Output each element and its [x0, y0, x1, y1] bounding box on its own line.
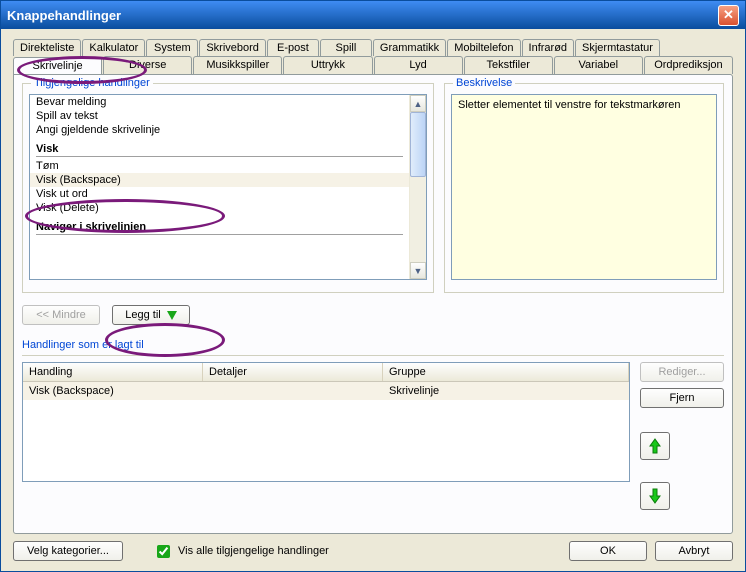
tab-skrivelinje[interactable]: Skrivelinje — [13, 57, 102, 75]
move-down-button[interactable] — [640, 482, 670, 510]
arrow-down-icon — [167, 311, 177, 320]
tab-mobiltelefon[interactable]: Mobiltelefon — [447, 39, 520, 56]
list-group: Naviger i skrivelinjen — [30, 215, 409, 234]
show-all-label: Vis alle tilgjengelige handlinger — [178, 545, 329, 557]
col-group[interactable]: Gruppe — [383, 363, 629, 381]
scroll-up-icon[interactable]: ▲ — [410, 95, 426, 112]
less-button[interactable]: << Mindre — [22, 305, 100, 325]
show-all-input[interactable] — [157, 545, 170, 558]
add-button-label: Legg til — [125, 309, 160, 321]
table-row[interactable]: Visk (Backspace)Skrivelinje — [23, 382, 629, 400]
description-legend: Beskrivelse — [453, 77, 515, 89]
arrow-down-icon — [649, 488, 661, 504]
tab-e-post[interactable]: E-post — [267, 39, 319, 56]
tab-musikkspiller[interactable]: Musikkspiller — [193, 56, 282, 74]
available-actions-fieldset: Tilgjengelige handlinger Bevar meldingSp… — [22, 83, 434, 293]
tab-lyd[interactable]: Lyd — [374, 56, 463, 74]
col-action[interactable]: Handling — [23, 363, 203, 381]
tab-infrarød[interactable]: Infrarød — [522, 39, 575, 56]
scroll-down-icon[interactable]: ▼ — [410, 262, 426, 279]
categories-button[interactable]: Velg kategorier... — [13, 541, 123, 561]
scroll-thumb[interactable] — [410, 112, 426, 177]
tab-tekstfiler[interactable]: Tekstfiler — [464, 56, 553, 74]
tab-skrivebord[interactable]: Skrivebord — [199, 39, 266, 56]
ok-button[interactable]: OK — [569, 541, 647, 561]
list-item[interactable]: Angi gjeldende skrivelinje — [30, 123, 409, 137]
close-icon[interactable]: ✕ — [718, 5, 739, 26]
add-button[interactable]: Legg til — [112, 305, 190, 325]
description-fieldset: Beskrivelse Sletter elementet til venstr… — [444, 83, 724, 293]
added-section-title: Handlinger som er lagt til — [22, 339, 724, 351]
list-item[interactable]: Visk ut ord — [30, 187, 409, 201]
list-item[interactable]: Visk (Backspace) — [30, 173, 409, 187]
tab-uttrykk[interactable]: Uttrykk — [283, 56, 372, 74]
arrow-up-icon — [649, 438, 661, 454]
added-actions-table[interactable]: Handling Detaljer Gruppe Visk (Backspace… — [22, 362, 630, 482]
move-up-button[interactable] — [640, 432, 670, 460]
list-group: Visk — [30, 137, 409, 156]
show-all-checkbox[interactable]: Vis alle tilgjengelige handlinger — [153, 542, 329, 561]
list-item[interactable]: Tøm — [30, 159, 409, 173]
tab-ordprediksjon[interactable]: Ordprediksjon — [644, 56, 733, 74]
window-title: Knappehandlinger — [7, 8, 718, 23]
tab-grammatikk[interactable]: Grammatikk — [373, 39, 446, 56]
edit-button[interactable]: Rediger... — [640, 362, 724, 382]
tab-skjermtastatur[interactable]: Skjermtastatur — [575, 39, 660, 56]
list-item[interactable]: Spill av tekst — [30, 109, 409, 123]
col-details[interactable]: Detaljer — [203, 363, 383, 381]
tab-variabel[interactable]: Variabel — [554, 56, 643, 74]
cancel-button[interactable]: Avbryt — [655, 541, 733, 561]
available-legend: Tilgjengelige handlinger — [31, 77, 153, 89]
available-list[interactable]: Bevar meldingSpill av tekstAngi gjeldend… — [29, 94, 427, 280]
list-item[interactable]: Visk (Delete) — [30, 201, 409, 215]
tab-system[interactable]: System — [146, 39, 198, 56]
tab-spill[interactable]: Spill — [320, 39, 372, 56]
scrollbar[interactable]: ▲ ▼ — [409, 95, 426, 279]
tab-kalkulator[interactable]: Kalkulator — [82, 39, 145, 56]
tab-diverse[interactable]: Diverse — [103, 56, 192, 74]
tab-direkteliste[interactable]: Direkteliste — [13, 39, 81, 56]
description-text: Sletter elementet til venstre for tekstm… — [451, 94, 717, 280]
remove-button[interactable]: Fjern — [640, 388, 724, 408]
list-item[interactable]: Bevar melding — [30, 95, 409, 109]
